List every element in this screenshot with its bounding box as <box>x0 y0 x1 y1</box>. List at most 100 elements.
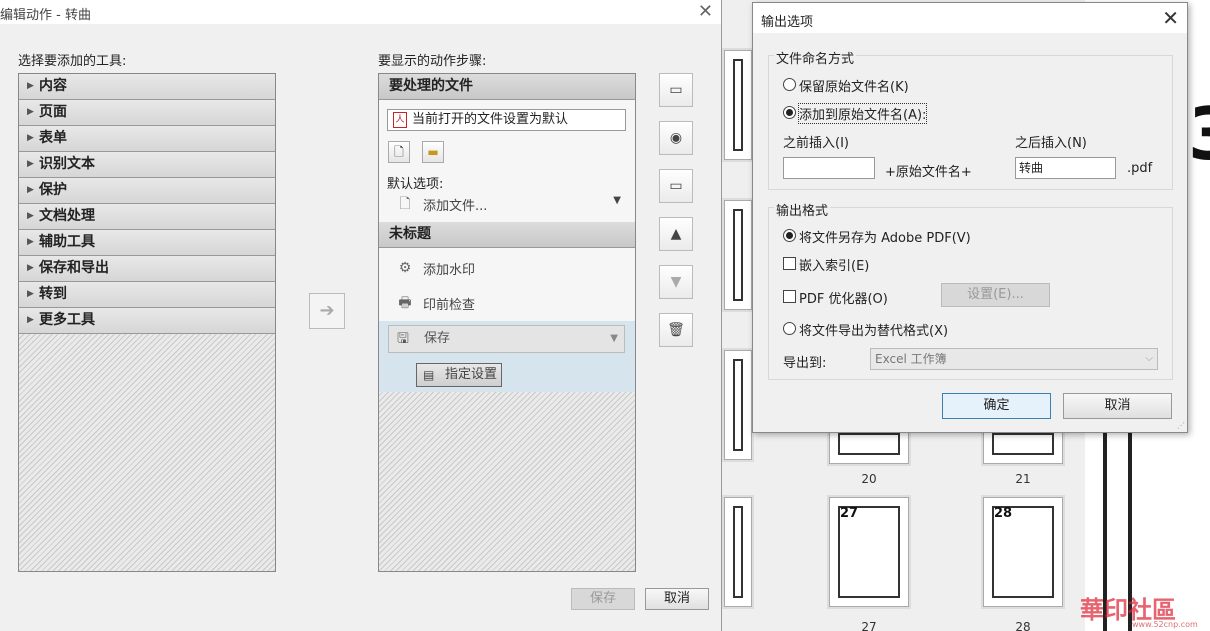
tool-group-goto[interactable]: ▶ 转到 <box>19 282 275 308</box>
dialog-title: 输出选项 <box>761 15 814 30</box>
step-preflight[interactable]: 🖶 印前检查 <box>379 294 635 313</box>
add-step-arrow-button[interactable]: ➔ <box>309 293 345 329</box>
triangle-right-icon: ▶ <box>27 185 34 195</box>
pdf-optimizer-checkbox[interactable] <box>783 290 796 303</box>
page-big-number: 3 <box>1188 92 1210 176</box>
file-source-field[interactable]: 人 当前打开的文件设置为默认 <box>387 109 626 131</box>
section-files-body: 人 当前打开的文件设置为默认 🗋 ▬ 默认选项: 🗋 添加文件... ▼ <box>379 100 635 222</box>
insert-before-label: 之前插入(I) <box>783 136 849 151</box>
insert-after-field[interactable]: 转曲 <box>1015 157 1116 179</box>
keep-name-label[interactable]: 保留原始文件名(K) <box>799 76 909 95</box>
move-down-button[interactable]: ▼ <box>659 265 693 299</box>
triangle-right-icon: ▶ <box>27 211 34 221</box>
export-format-select[interactable]: Excel 工作簿 ⌵ <box>870 348 1158 370</box>
insert-before-field[interactable] <box>783 157 875 179</box>
page-thumbnail-21[interactable] <box>983 432 1063 464</box>
page-thumbnail[interactable] <box>724 50 752 160</box>
page-thumbnail-27[interactable]: 27 <box>829 497 909 607</box>
move-up-button[interactable]: ▲ <box>659 217 693 251</box>
embed-index-label[interactable]: 嵌入索引(E) <box>799 255 869 274</box>
tool-group-protect[interactable]: ▶ 保护 <box>19 178 275 204</box>
save-button[interactable]: 保存 <box>571 588 635 610</box>
resize-grip-icon[interactable]: ⋰ <box>1177 421 1185 430</box>
add-file-button[interactable]: 🗋 <box>388 141 410 163</box>
optimizer-settings-button[interactable]: 设置(E)... <box>941 283 1050 307</box>
triangle-right-icon: ▶ <box>27 315 34 325</box>
add-separator-button[interactable]: ▭ <box>659 169 693 203</box>
page-thumbnail[interactable] <box>724 350 752 460</box>
arrow-right-icon: ➔ <box>319 300 335 321</box>
add-panel-button[interactable]: ▭ <box>659 73 693 107</box>
tool-group-save-export[interactable]: ▶ 保存和导出 <box>19 256 275 282</box>
add-instruction-button[interactable]: ◉ <box>659 121 693 155</box>
add-file-dropdown[interactable]: 🗋 添加文件... ▼ <box>379 195 635 214</box>
add-instruction-icon: ◉ <box>669 130 683 146</box>
page-thumbnail-20[interactable] <box>829 432 909 464</box>
section-untitled-header[interactable]: 未标题 <box>379 222 635 248</box>
save-as-pdf-label[interactable]: 将文件另存为 Adobe PDF(V) <box>799 227 971 246</box>
tool-group-ocr[interactable]: ▶ 识别文本 <box>19 152 275 178</box>
edit-action-dialog: 编辑动作 - 转曲 ✕ 选择要添加的工具: ▶ 内容 ▶ 页面 ▶ 表单 ▶ 识别文本 … <box>0 0 722 631</box>
page-thumbnail[interactable] <box>724 200 752 310</box>
chevron-down-icon: ▼ <box>613 195 621 206</box>
separator-icon: ▭ <box>669 178 683 194</box>
ok-button[interactable]: 确定 <box>942 393 1051 419</box>
cancel-button[interactable]: 取消 <box>1063 393 1172 419</box>
steps-panel: 要处理的文件 人 当前打开的文件设置为默认 🗋 ▬ 默认选项: 🗋 添加文件..… <box>378 73 636 572</box>
page-thumbnail-28[interactable]: 28 <box>983 497 1063 607</box>
original-name-label: +原始文件名+ <box>885 165 972 180</box>
pdf-icon: 人 <box>393 112 407 128</box>
page-label: 27 <box>861 620 877 631</box>
chevron-down-icon: ▼ <box>610 333 618 344</box>
keep-name-radio[interactable] <box>783 78 796 91</box>
close-icon[interactable]: ✕ <box>1162 6 1179 30</box>
export-alt-radio[interactable] <box>783 322 796 335</box>
page-label: 28 <box>1015 620 1031 631</box>
watermark-icon: ⚙ <box>398 260 412 276</box>
page-number: 28 <box>994 506 1013 521</box>
delete-button[interactable]: 🗑 <box>659 313 693 347</box>
watermark-url: www.52cnp.com <box>1132 620 1198 629</box>
page-thumbnail[interactable] <box>724 497 752 607</box>
dialog-titlebar: 输出选项 ✕ <box>753 3 1187 33</box>
tool-group-pages[interactable]: ▶ 页面 <box>19 100 275 126</box>
specify-settings-button[interactable]: ▤ 指定设置 <box>416 363 502 387</box>
step-add-watermark[interactable]: ⚙ 添加水印 <box>379 259 635 278</box>
tool-group-content[interactable]: ▶ 内容 <box>19 74 275 100</box>
section-files-header[interactable]: 要处理的文件 <box>379 74 635 100</box>
close-icon[interactable]: ✕ <box>698 1 713 22</box>
export-alt-label[interactable]: 将文件导出为替代格式(X) <box>799 320 948 339</box>
folder-icon: ▬ <box>427 145 439 159</box>
triangle-right-icon: ▶ <box>27 81 34 91</box>
add-panel-icon: ▭ <box>669 82 683 98</box>
triangle-right-icon: ▶ <box>27 263 34 273</box>
save-as-pdf-radio[interactable] <box>783 229 796 242</box>
step-save[interactable]: 🖫 保存 ▼ <box>388 325 625 353</box>
add-file-icon: 🗋 <box>399 196 411 212</box>
add-to-name-radio[interactable] <box>783 106 796 119</box>
insert-after-label: 之后插入(N) <box>1015 136 1087 151</box>
tools-panel: ▶ 内容 ▶ 页面 ▶ 表单 ▶ 识别文本 ▶ 保护 ▶ 文档处理 ▶ 辅助工具 ▶ 保存和导出… <box>18 73 276 572</box>
printer-icon: 🖶 <box>398 295 412 311</box>
cancel-button[interactable]: 取消 <box>645 588 709 610</box>
tool-group-more[interactable]: ▶ 更多工具 <box>19 308 275 334</box>
file-icon: 🗋 <box>394 145 404 159</box>
tool-group-document[interactable]: ▶ 文档处理 <box>19 204 275 230</box>
trash-icon: 🗑 <box>667 322 685 338</box>
embed-index-checkbox[interactable] <box>783 257 796 270</box>
add-to-name-label[interactable]: 添加到原始文件名(A): <box>797 103 928 124</box>
page-number: 27 <box>840 506 859 521</box>
pdf-optimizer-label[interactable]: PDF 优化器(O) <box>799 288 888 307</box>
chevron-down-icon: ⌵ <box>1145 353 1153 364</box>
triangle-up-icon: ▲ <box>670 226 682 242</box>
tool-group-accessibility[interactable]: ▶ 辅助工具 <box>19 230 275 256</box>
steps-label: 要显示的动作步骤: <box>378 54 487 69</box>
triangle-right-icon: ▶ <box>27 289 34 299</box>
triangle-right-icon: ▶ <box>27 107 34 117</box>
tools-label: 选择要添加的工具: <box>18 54 127 69</box>
step-save-selected[interactable]: 🖫 保存 ▼ ▤ 指定设置 <box>379 321 635 392</box>
dialog-titlebar: 编辑动作 - 转曲 ✕ <box>0 0 721 24</box>
add-folder-button[interactable]: ▬ <box>422 141 444 163</box>
extension-label: .pdf <box>1127 161 1153 176</box>
tool-group-forms[interactable]: ▶ 表单 <box>19 126 275 152</box>
